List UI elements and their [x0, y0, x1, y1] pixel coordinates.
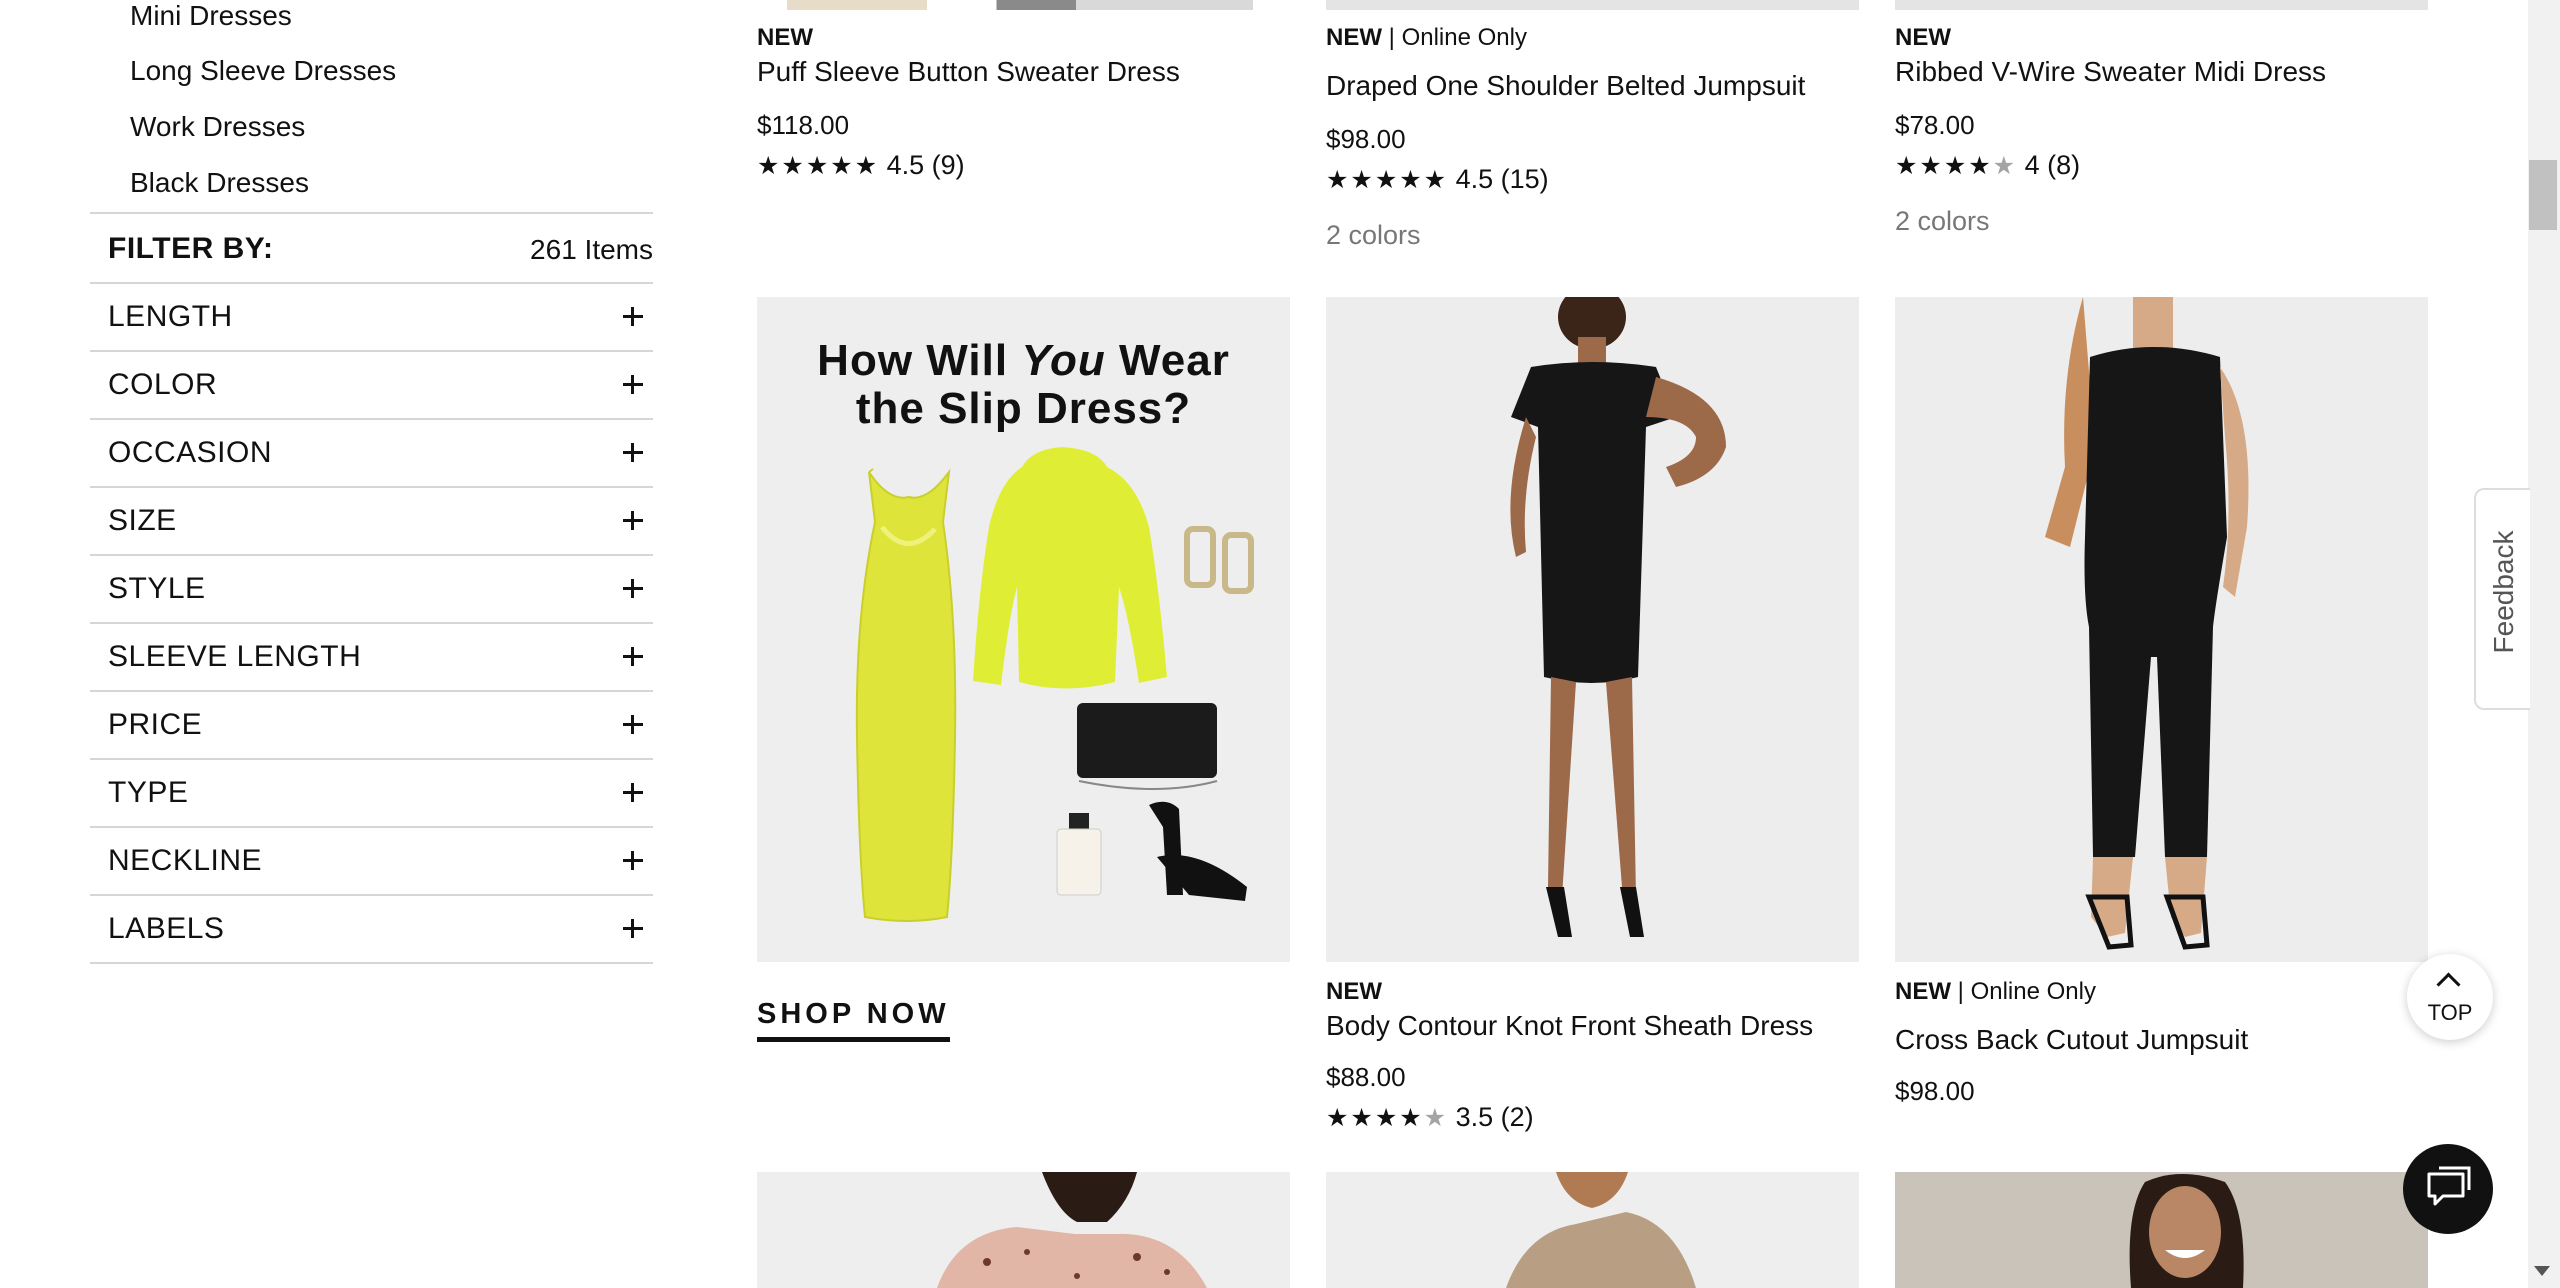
plus-icon[interactable] — [617, 296, 647, 326]
product-title[interactable]: Body Contour Knot Front Sheath Dress — [1326, 1010, 1813, 1042]
facet-label: SLEEVE LENGTH — [108, 640, 362, 673]
product-title[interactable]: Puff Sleeve Button Sweater Dress — [757, 56, 1180, 88]
facet-label: LENGTH — [108, 300, 233, 333]
product-image[interactable] — [1895, 297, 2428, 962]
plus-icon[interactable] — [617, 908, 647, 938]
product-photo-floral-top — [757, 1172, 1290, 1288]
star-rating-icon: ★★★★★ — [757, 152, 880, 180]
facet-label: PRICE — [108, 708, 203, 741]
color-count-link[interactable]: 2 colors — [1895, 206, 1990, 237]
chat-button[interactable] — [2403, 1144, 2493, 1234]
facet-price[interactable]: PRICE — [90, 692, 653, 760]
facet-occasion[interactable]: OCCASION — [90, 420, 653, 488]
product-image[interactable] — [1326, 1172, 1859, 1288]
product-badge: NEW — [1326, 978, 1382, 1005]
product-photo-sheath-dress — [1326, 297, 1859, 962]
facet-label: LABELS — [108, 912, 225, 945]
product-image[interactable] — [1326, 297, 1859, 962]
product-image[interactable] — [757, 1172, 1290, 1288]
feedback-tab[interactable]: Feedback — [2474, 488, 2530, 710]
back-to-top-button[interactable]: TOP — [2407, 954, 2493, 1040]
product-rating: ★★★★★ 4.5 (9) — [757, 150, 965, 180]
category-link-work-dresses[interactable]: Work Dresses — [130, 111, 305, 143]
product-image[interactable] — [1895, 1172, 2428, 1288]
product-image[interactable] — [1895, 0, 2428, 10]
product-rating: ★★★★★ 3.5 (2) — [1326, 1102, 1534, 1132]
plus-icon[interactable] — [617, 500, 647, 530]
chevron-up-icon — [2436, 972, 2461, 997]
product-price: $88.00 — [1326, 1062, 1406, 1092]
facet-size[interactable]: SIZE — [90, 488, 653, 556]
product-badge: NEW — [1895, 24, 1951, 51]
product-listing-page: Mini Dresses Long Sleeve Dresses Work Dr… — [0, 0, 2560, 1288]
product-photo-one-shoulder — [1326, 1172, 1859, 1288]
facet-label: OCCASION — [108, 436, 273, 469]
product-price: $78.00 — [1895, 110, 1975, 140]
top-label: TOP — [2427, 1000, 2473, 1025]
plus-icon[interactable] — [617, 432, 647, 462]
category-link-long-sleeve-dresses[interactable]: Long Sleeve Dresses — [130, 55, 396, 87]
promo-outfit-illustration — [855, 447, 1254, 922]
facet-length[interactable]: LENGTH — [90, 284, 653, 352]
feedback-label: Feedback — [2488, 530, 2519, 654]
product-photo-jumpsuit — [1895, 297, 2428, 962]
plus-icon[interactable] — [617, 840, 647, 870]
facet-label: SIZE — [108, 504, 177, 537]
product-image[interactable] — [787, 0, 1253, 10]
facet-neckline[interactable]: NECKLINE — [90, 828, 653, 896]
promo-tile[interactable]: How Will You Wear the Slip Dress? — [757, 297, 1290, 962]
filter-header: FILTER BY: 261 Items — [90, 212, 653, 284]
filter-by-label: FILTER BY: — [108, 232, 274, 265]
product-price: $98.00 — [1895, 1076, 1975, 1106]
facet-sleeve-length[interactable]: SLEEVE LENGTH — [90, 624, 653, 692]
facet-color[interactable]: COLOR — [90, 352, 653, 420]
category-link-mini-dresses[interactable]: Mini Dresses — [130, 0, 292, 32]
plus-icon[interactable] — [617, 772, 647, 802]
plus-icon[interactable] — [617, 364, 647, 394]
facet-label: NECKLINE — [108, 844, 263, 877]
product-title[interactable]: Cross Back Cutout Jumpsuit — [1895, 1024, 2248, 1056]
star-rating-icon: ★★★★★ — [1326, 166, 1449, 194]
facet-style[interactable]: STYLE — [90, 556, 653, 624]
product-badge: NEW | Online Only — [1895, 978, 2096, 1005]
product-badge: NEW — [757, 24, 813, 51]
facet-label: TYPE — [108, 776, 189, 809]
product-image[interactable] — [1326, 0, 1859, 10]
color-count-link[interactable]: 2 colors — [1326, 220, 1421, 251]
scrollbar-thumb[interactable] — [2529, 160, 2557, 230]
product-price: $98.00 — [1326, 124, 1406, 154]
facet-label: COLOR — [108, 368, 218, 401]
product-badge: NEW | Online Only — [1326, 24, 1527, 51]
category-link-black-dresses[interactable]: Black Dresses — [130, 167, 309, 199]
plus-icon[interactable] — [617, 704, 647, 734]
product-title[interactable]: Ribbed V-Wire Sweater Midi Dress — [1895, 56, 2326, 88]
facet-label: STYLE — [108, 572, 206, 605]
plus-icon[interactable] — [617, 636, 647, 666]
scroll-down-arrow-icon[interactable] — [2534, 1266, 2550, 1276]
plus-icon[interactable] — [617, 568, 647, 598]
product-title[interactable]: Draped One Shoulder Belted Jumpsuit — [1326, 70, 1805, 102]
facet-labels[interactable]: LABELS — [90, 896, 653, 964]
chat-bubble-icon — [2427, 1166, 2471, 1206]
facet-type[interactable]: TYPE — [90, 760, 653, 828]
product-price: $118.00 — [757, 110, 850, 140]
product-rating: ★★★★★ 4 (8) — [1895, 150, 2081, 180]
star-rating-icon: ★★★★ — [1895, 152, 1993, 180]
item-count: 261 Items — [530, 234, 653, 265]
shop-now-link[interactable]: SHOP NOW — [757, 998, 950, 1042]
product-photo-smiling-model — [1895, 1172, 2428, 1288]
product-rating: ★★★★★ 4.5 (15) — [1326, 164, 1549, 194]
star-rating-icon: ★★★★ — [1326, 1104, 1424, 1132]
